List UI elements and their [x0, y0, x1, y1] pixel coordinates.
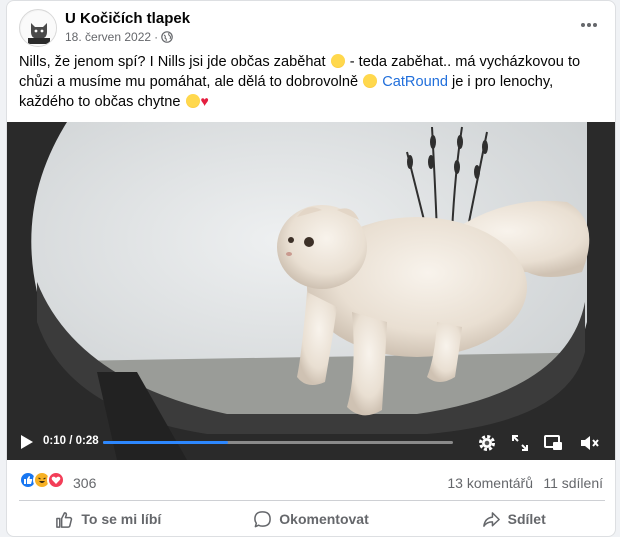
pip-icon	[544, 435, 562, 450]
comments-count[interactable]: 13 komentářů	[447, 475, 533, 491]
progress-bar[interactable]	[103, 441, 453, 444]
post-text-part1: Nills, že jenom spí? I Nills jsi jde obč…	[19, 54, 326, 70]
post-actions: To se mi líbí Okomentovat Sdílet	[7, 503, 615, 535]
grin-emoji-icon	[185, 94, 200, 108]
mute-icon	[581, 436, 599, 450]
post-stats: 306 13 komentářů 11 sdílení	[7, 467, 615, 497]
share-label: Sdílet	[507, 511, 546, 527]
mute-button[interactable]	[579, 433, 599, 453]
reaction-count[interactable]: 306	[73, 475, 96, 491]
post-card: U Kočičích tlapek 18. červen 2022 · Nill…	[6, 0, 616, 537]
video-player[interactable]: 0:10 / 0:28	[7, 122, 615, 460]
video-time: 0:10 / 0:28	[43, 435, 99, 447]
settings-button[interactable]	[477, 433, 497, 453]
page-avatar[interactable]	[19, 9, 57, 47]
settings-icon	[479, 435, 495, 451]
post-meta: 18. červen 2022 ·	[65, 30, 173, 44]
pip-button[interactable]	[543, 433, 563, 453]
post-header: U Kočičích tlapek 18. červen 2022 ·	[7, 1, 615, 49]
fullscreen-button[interactable]	[510, 433, 530, 453]
progress-fill	[103, 441, 228, 444]
rofl-emoji-icon	[330, 54, 345, 68]
shares-count[interactable]: 11 sdílení	[543, 475, 603, 491]
reaction-icons[interactable]	[19, 471, 65, 489]
globe-icon	[161, 31, 173, 43]
rofl-emoji-icon	[363, 73, 378, 88]
video-frame	[7, 122, 615, 460]
like-label: To se mi líbí	[81, 511, 162, 527]
video-controls: 0:10 / 0:28	[7, 424, 615, 460]
post-text: Nills, že jenom spí? I Nills jsi jde obč…	[19, 53, 599, 113]
post-date[interactable]: 18. červen 2022	[65, 30, 151, 44]
like-icon	[56, 511, 73, 528]
comment-label: Okomentovat	[279, 511, 369, 527]
meta-separator: ·	[154, 30, 159, 44]
comment-button[interactable]: Okomentovat	[210, 503, 413, 535]
heart-emoji-icon: ♥	[200, 93, 209, 109]
fullscreen-icon	[512, 435, 528, 451]
share-button[interactable]: Sdílet	[412, 503, 615, 535]
more-options-button[interactable]	[577, 13, 601, 37]
play-icon	[21, 435, 33, 449]
more-icon	[581, 23, 597, 27]
share-icon	[482, 511, 500, 527]
love-reaction-icon	[47, 471, 65, 489]
play-button[interactable]	[17, 433, 35, 451]
catround-link[interactable]: CatRound	[382, 74, 448, 90]
page-name[interactable]: U Kočičích tlapek	[65, 10, 190, 27]
like-button[interactable]: To se mi líbí	[7, 503, 210, 535]
divider	[19, 500, 605, 501]
comment-icon	[254, 510, 272, 527]
